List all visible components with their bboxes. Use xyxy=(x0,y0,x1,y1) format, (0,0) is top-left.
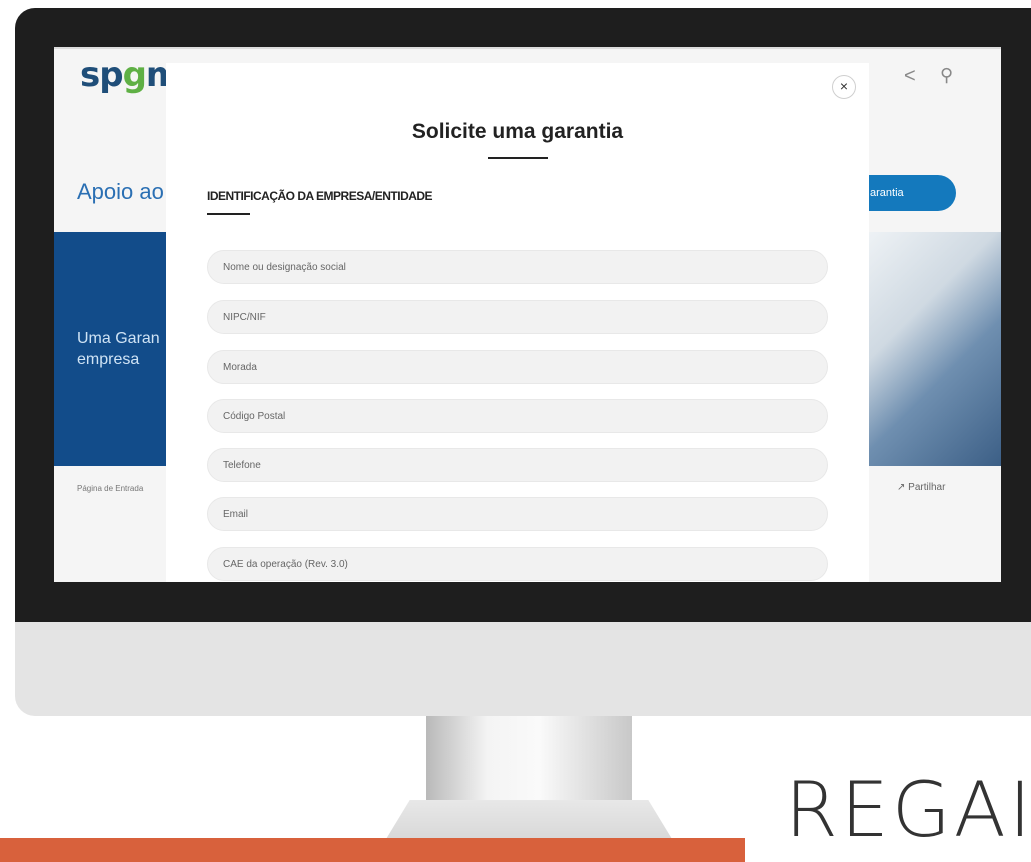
hero-title: Apoio ao xyxy=(77,179,164,204)
monitor: spgm < ⚲ Apoio ao arantia Uma Garan empr… xyxy=(15,8,1031,716)
postal-code-field[interactable] xyxy=(207,399,828,433)
guarantee-request-modal: × Solicite uma garantia IDENTIFICAÇÃO DA… xyxy=(166,63,869,582)
modal-title: Solicite uma garantia xyxy=(411,120,624,143)
section-underline xyxy=(207,213,250,215)
logo-part-1: sp xyxy=(80,55,124,95)
phone-field[interactable] xyxy=(207,448,828,482)
email-field[interactable] xyxy=(207,497,828,531)
search-icon[interactable]: ⚲ xyxy=(940,65,953,86)
cae-field[interactable] xyxy=(207,547,828,581)
banner-photo xyxy=(868,232,1001,466)
close-icon[interactable]: × xyxy=(832,75,856,99)
monitor-bezel: spgm < ⚲ Apoio ao arantia Uma Garan empr… xyxy=(15,8,1031,622)
logo-part-2: g xyxy=(122,55,147,95)
floor-bar xyxy=(0,838,745,862)
section-title: IDENTIFICAÇÃO DA EMPRESA/ENTIDADE xyxy=(207,189,433,203)
title-underline xyxy=(488,157,548,159)
address-field[interactable] xyxy=(207,350,828,384)
nipc-field[interactable] xyxy=(207,300,828,334)
share-label: Partilhar xyxy=(908,482,946,493)
company-name-field[interactable] xyxy=(207,250,828,284)
share-arrow-icon: ↗ xyxy=(897,482,909,493)
monitor-stand-neck xyxy=(426,716,632,808)
brand-text: REGAI xyxy=(785,765,1031,854)
breadcrumb[interactable]: Página de Entrada xyxy=(77,484,143,493)
screen: spgm < ⚲ Apoio ao arantia Uma Garan empr… xyxy=(54,47,1001,582)
share-link[interactable]: ↗ Partilhar xyxy=(897,482,945,493)
share-icon[interactable]: < xyxy=(904,65,916,88)
